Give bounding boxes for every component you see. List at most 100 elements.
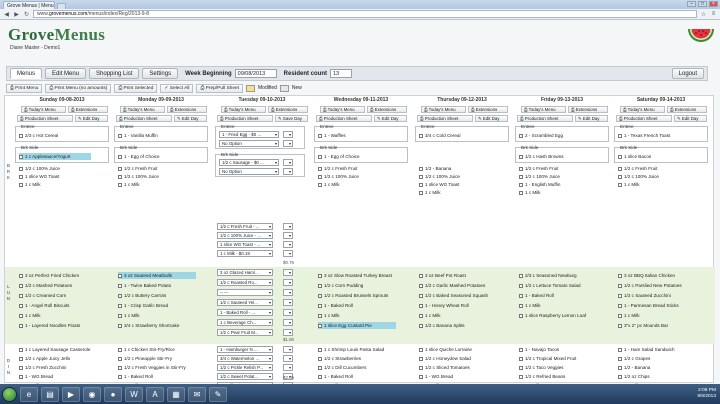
item-checkbox[interactable] xyxy=(519,190,523,195)
item-checkbox[interactable] xyxy=(618,303,622,308)
amount-input[interactable] xyxy=(283,159,293,166)
dinner-select[interactable]: 1 - Hamburger N ... xyxy=(217,346,273,353)
breakfast-item[interactable]: 1/2 c 100% Juice xyxy=(519,173,609,180)
breakfast-item[interactable]: 1 c Milk xyxy=(19,181,109,188)
breakfast-select[interactable]: 1 c Milk - $0.19 xyxy=(217,250,273,257)
entree-item[interactable]: 2 - Scrambled Egg xyxy=(519,132,607,139)
item-checkbox[interactable] xyxy=(118,313,122,318)
paint-icon[interactable]: ✎ xyxy=(209,386,227,402)
side-item[interactable]: 1 - Egg of Choice xyxy=(318,153,406,160)
firefox-icon[interactable]: ● xyxy=(104,386,122,402)
extensions-button[interactable]: ⎙ Extensions xyxy=(367,106,407,113)
item-checkbox[interactable] xyxy=(618,374,622,379)
item-checkbox[interactable] xyxy=(419,190,423,195)
lunch-item[interactable]: 1/2 c Buttery Carrots xyxy=(118,292,208,299)
item-checkbox[interactable] xyxy=(19,323,23,328)
item-checkbox[interactable] xyxy=(118,365,122,370)
item-checkbox[interactable] xyxy=(318,293,322,298)
print-selected-button[interactable]: ⎙ Print Selected xyxy=(114,83,158,93)
breakfast-item[interactable]: 1/2 c Fresh Fruit xyxy=(318,165,408,172)
lunch-item[interactable]: 1/2 c Creamed Corn xyxy=(19,292,109,299)
amount-input[interactable] xyxy=(283,309,293,316)
breakfast-item[interactable]: 1/2 c 100% Juice xyxy=(419,173,509,180)
lunch-item[interactable]: 1/2 c Parslied New Potatoes xyxy=(618,282,708,289)
production-sheet-button[interactable]: ⎙ Production Sheet xyxy=(517,115,573,122)
lunch-item[interactable]: 1/2 c Garlic Mashed Potatoes xyxy=(419,282,509,289)
close-icon[interactable]: × xyxy=(709,1,718,7)
menu-icon[interactable]: ≡ xyxy=(710,11,717,17)
reload-icon[interactable]: ↻ xyxy=(23,11,30,18)
item-checkbox[interactable] xyxy=(618,283,622,288)
item-checkbox[interactable] xyxy=(318,313,322,318)
item-checkbox[interactable] xyxy=(618,166,622,171)
item-checkbox[interactable] xyxy=(318,323,322,328)
extensions-button[interactable]: ⎙ Extensions xyxy=(68,106,108,113)
item-checkbox[interactable] xyxy=(519,303,523,308)
side-item[interactable]: 1 slice Bacon xyxy=(618,153,706,160)
amount-input[interactable] xyxy=(283,319,293,326)
item-checkbox[interactable] xyxy=(19,182,23,187)
dinner-select[interactable]: 1/2 c Pickle Relish P... xyxy=(217,364,273,371)
item-checkbox[interactable] xyxy=(419,356,423,361)
breakfast-item[interactable]: 1 c Milk xyxy=(618,181,708,188)
dinner-item[interactable]: 1/2 c Sliced Tomatoes xyxy=(419,364,509,371)
item-checkbox[interactable] xyxy=(118,293,122,298)
dinner-item[interactable]: 1 - Baked Roll xyxy=(118,373,208,380)
side-item[interactable]: 1 c Applesauce/Yogurt xyxy=(19,153,91,160)
lunch-item[interactable]: 1 c Milk xyxy=(419,312,509,319)
dinner-item[interactable]: 1/2 c Fresh Zucchini xyxy=(19,364,109,371)
lunch-item[interactable]: 1/2 c Baked Seasoned Squash xyxy=(419,292,509,299)
dinner-item[interactable]: 1/2 c Dill Cucumbers xyxy=(318,364,408,371)
item-checkbox[interactable] xyxy=(118,347,122,352)
amount-input[interactable] xyxy=(283,355,293,362)
item-checkbox[interactable] xyxy=(19,303,23,308)
dinner-item[interactable]: 1/2 c Honeydew Salad xyxy=(419,355,509,362)
chrome-icon[interactable]: ◉ xyxy=(83,386,101,402)
item-checkbox[interactable] xyxy=(419,273,423,278)
extensions-button[interactable]: ⎙ Extensions xyxy=(468,106,508,113)
minimize-icon[interactable]: – xyxy=(687,1,696,7)
lunch-item[interactable]: 1 - Parmesan Bread Sticks xyxy=(618,302,708,309)
item-checkbox[interactable] xyxy=(618,133,622,138)
item-checkbox[interactable] xyxy=(318,356,322,361)
lunch-item[interactable]: 1 - Layered Noodles Floats xyxy=(19,322,109,329)
dinner-item[interactable]: 1/2 c Grapes xyxy=(618,355,708,362)
dinner-item[interactable]: 1/2 - Banana xyxy=(618,364,708,371)
item-checkbox[interactable] xyxy=(318,133,322,138)
breakfast-item[interactable]: 1 slice WG Toast xyxy=(419,181,509,188)
production-sheet-button[interactable]: ⎙ Production Sheet xyxy=(417,115,473,122)
item-checkbox[interactable] xyxy=(519,154,523,159)
entree-select[interactable]: 1 - Fried Egg - $0 ... xyxy=(219,131,279,138)
folder-icon[interactable]: ▤ xyxy=(41,386,59,402)
lunch-select[interactable]: 1/2 c Roasted Ro... xyxy=(217,279,273,286)
dinner-item[interactable]: 1 c Shrimp Louis Pasta Salad xyxy=(318,346,408,353)
item-checkbox[interactable] xyxy=(118,182,122,187)
breakfast-item[interactable]: 1 - English Muffin xyxy=(519,181,609,188)
lunch-select[interactable]: 1/2 c Pear Fruit M... xyxy=(217,329,273,336)
lunch-item[interactable]: 1 slice Raspberry Lemon Loaf xyxy=(519,312,609,319)
item-checkbox[interactable] xyxy=(19,356,23,361)
item-checkbox[interactable] xyxy=(618,154,622,159)
breakfast-item[interactable]: 1/2 - Banana xyxy=(419,165,509,172)
edit-day-button[interactable]: ✎ Edit Day xyxy=(674,115,707,122)
entree-select[interactable]: No Option xyxy=(219,140,279,147)
ie-icon[interactable]: e xyxy=(20,386,38,402)
amount-input[interactable] xyxy=(283,269,293,276)
tab-settings[interactable]: Settings xyxy=(142,68,179,79)
item-checkbox[interactable] xyxy=(618,323,622,328)
item-checkbox[interactable] xyxy=(618,182,622,187)
breakfast-item[interactable]: 1/2 c 100% Juice xyxy=(318,173,408,180)
lunch-item[interactable]: 1 - Twice Baked Potato xyxy=(118,282,208,289)
item-checkbox[interactable] xyxy=(118,303,122,308)
item-checkbox[interactable] xyxy=(618,347,622,352)
resident-input[interactable]: 13 xyxy=(330,69,352,78)
item-checkbox[interactable] xyxy=(19,365,23,370)
lunch-item[interactable]: 1 - Angel Roll Biscuits xyxy=(19,302,109,309)
dinner-select[interactable]: 1/2 c Sweet Potat... xyxy=(217,373,273,380)
production-sheet-button[interactable]: ⎙ Production Sheet xyxy=(217,115,273,122)
entree-item[interactable]: 1 - Waffles xyxy=(318,132,406,139)
extensions-button[interactable]: ⎙ Extensions xyxy=(167,106,207,113)
item-checkbox[interactable] xyxy=(118,356,122,361)
item-checkbox[interactable] xyxy=(118,374,122,379)
edit-day-button[interactable]: ✎ Edit Day xyxy=(75,115,108,122)
